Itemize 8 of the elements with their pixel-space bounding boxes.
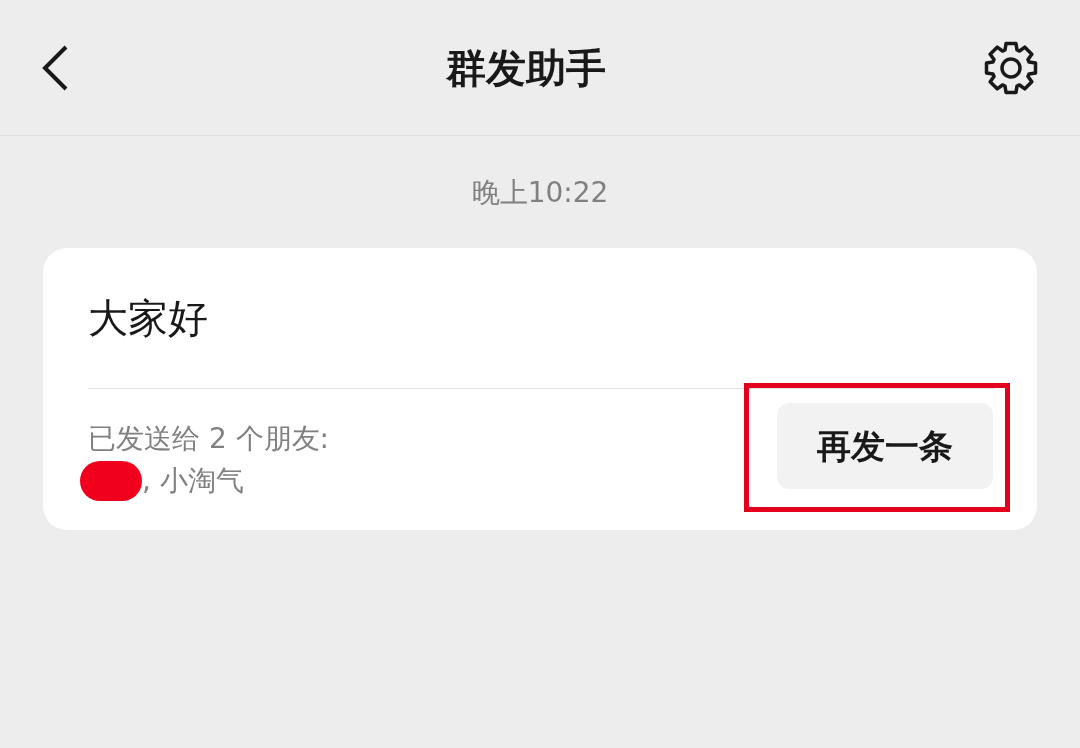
send-again-button[interactable]: 再发一条 [777,403,993,489]
redaction-mark [80,460,142,501]
recipient-list: , 小淘气 [142,459,244,502]
message-text: 大家好 [88,298,209,338]
sent-info: 已发送给 2 个朋友: [88,420,330,457]
timestamp: 晚上10:22 [471,175,609,211]
window-title: 群发助手 [446,43,606,93]
back-icon[interactable] [40,43,70,92]
